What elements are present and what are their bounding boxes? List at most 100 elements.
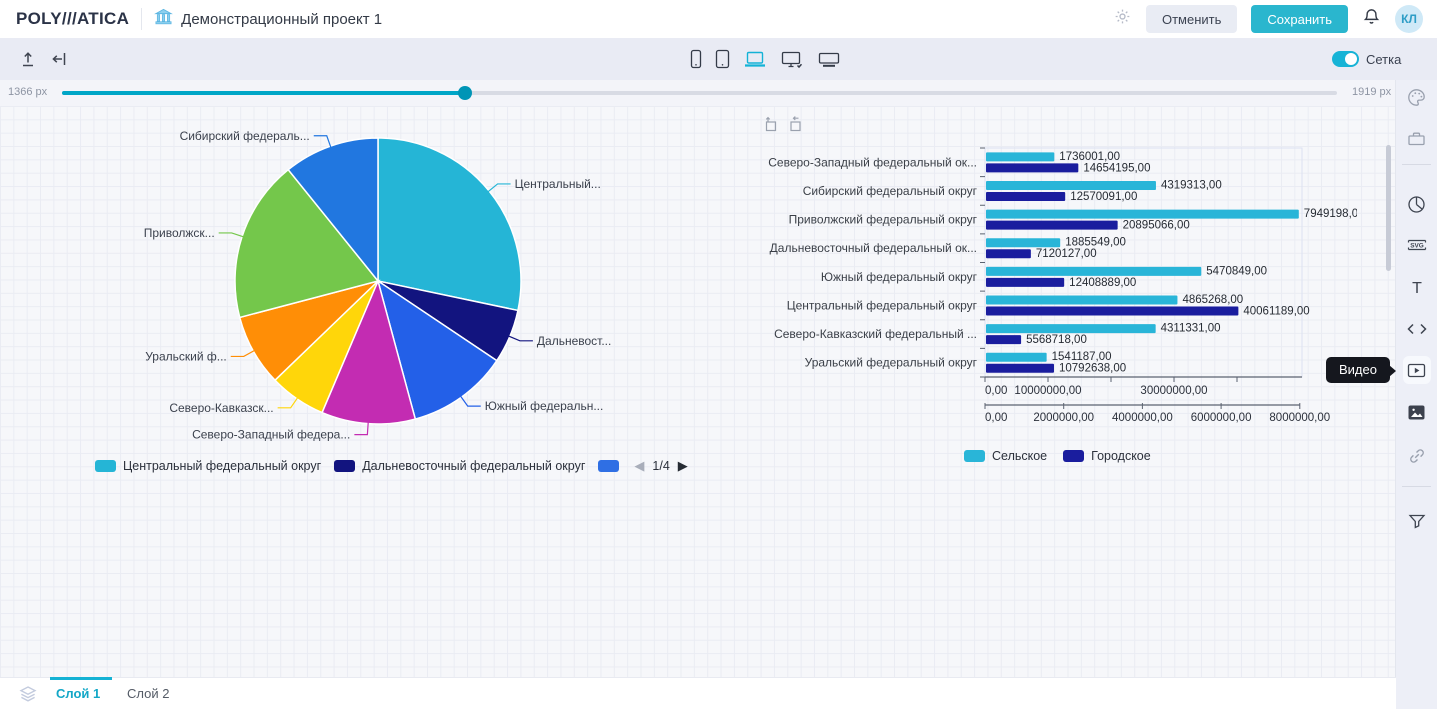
layer-tab-2[interactable]: Слой 2	[127, 678, 169, 709]
bar-urban[interactable]	[986, 306, 1238, 315]
axis-bottom-tick-label: 4000000,00	[1112, 412, 1173, 424]
legend-swatch	[598, 460, 619, 472]
collapse-left-icon[interactable]	[50, 49, 70, 69]
axis-bottom-tick-label: 6000000,00	[1191, 412, 1252, 424]
svg-icon[interactable]: SVG	[1406, 234, 1428, 256]
pie-chart[interactable]: Центральный...Дальневост...Южный федерал…	[95, 108, 660, 453]
legend-next-icon[interactable]: ▶	[678, 458, 688, 474]
max-width-label: 1919 px	[1352, 86, 1391, 98]
bar-value-label: 14654195,00	[1083, 162, 1150, 174]
bar-value-label: 12570091,00	[1070, 191, 1137, 203]
legend-label: Городское	[1091, 449, 1151, 463]
legend-swatch	[334, 460, 355, 472]
video-icon[interactable]	[1403, 356, 1431, 384]
dashboard-canvas[interactable]: Центральный...Дальневост...Южный федерал…	[0, 106, 1396, 677]
bar-category-label: Сибирский федеральный округ	[803, 184, 978, 198]
chart-pie-icon[interactable]	[1406, 193, 1428, 215]
pie-callout-label: Приволжск...	[144, 226, 215, 240]
device-laptop-icon[interactable]	[743, 49, 767, 69]
text-icon[interactable]: T	[1406, 277, 1428, 299]
axis-top-tick-label: 0,00	[985, 385, 1007, 397]
device-preview-switcher	[690, 46, 841, 72]
bar-rural[interactable]	[986, 324, 1156, 333]
bar-urban[interactable]	[986, 221, 1118, 230]
bar-rural[interactable]	[986, 181, 1156, 190]
export-icon[interactable]	[18, 49, 38, 69]
device-phone-icon[interactable]	[690, 49, 702, 69]
sidebar-divider	[1402, 486, 1431, 487]
project-icon	[154, 7, 173, 31]
legend-item[interactable]: Дальневосточный федеральный округ	[334, 459, 585, 473]
pie-callout-label: Южный федеральн...	[485, 399, 604, 413]
bar-legend: Сельское Городское	[964, 449, 1151, 463]
legend-item[interactable]: Сельское	[964, 449, 1047, 463]
axis-top-tick-label: 30000000,00	[1140, 385, 1207, 397]
bar-value-label: 4311331,00	[1161, 323, 1221, 335]
avatar[interactable]: КЛ	[1395, 5, 1423, 33]
pie-callout-label: Сибирский федераль...	[180, 129, 310, 143]
axis-top-tick-label: 10000000,00	[1014, 385, 1081, 397]
pie-slice[interactable]	[378, 138, 521, 310]
image-icon[interactable]	[1406, 401, 1428, 423]
pie-callout-line	[507, 335, 533, 340]
layers-bar: Слой 1 Слой 2	[0, 677, 1396, 709]
filter-icon[interactable]	[1406, 510, 1428, 532]
legend-item[interactable]	[598, 460, 619, 472]
bar-urban[interactable]	[986, 278, 1064, 287]
bar-value-label: 12408889,00	[1069, 277, 1136, 289]
bar-chart[interactable]: Северо-Западный федеральный ок...1736001…	[755, 113, 1357, 425]
toolbar: Сетка	[0, 38, 1437, 80]
link-icon[interactable]	[1406, 445, 1428, 467]
bar-chart-widget[interactable]: Северо-Западный федеральный ок...1736001…	[755, 113, 1357, 458]
bar-rural[interactable]	[986, 295, 1177, 304]
grid-toggle[interactable]	[1332, 51, 1359, 67]
cancel-button[interactable]: Отменить	[1146, 5, 1237, 33]
pie-callout-line	[219, 233, 245, 237]
bar-value-label: 7120127,00	[1036, 248, 1097, 260]
legend-label: Центральный федеральный округ	[123, 459, 321, 473]
bar-urban[interactable]	[986, 364, 1054, 373]
bar-urban[interactable]	[986, 335, 1021, 344]
code-icon[interactable]	[1406, 318, 1428, 340]
legend-item[interactable]: Центральный федеральный округ	[95, 459, 321, 473]
header: POLY///ATICA Демонстрационный проект 1 О…	[0, 0, 1437, 38]
bar-urban[interactable]	[986, 163, 1078, 172]
bar-rural[interactable]	[986, 152, 1054, 161]
device-tablet-icon[interactable]	[715, 49, 730, 69]
legend-item[interactable]: Городское	[1063, 449, 1151, 463]
device-monitor-check-icon[interactable]	[780, 49, 804, 69]
bar-category-label: Северо-Кавказский федеральный ...	[774, 327, 977, 341]
header-divider	[141, 8, 142, 30]
device-monitor-icon[interactable]	[817, 49, 841, 69]
layer-tab-1[interactable]: Слой 1	[56, 678, 100, 709]
save-button[interactable]: Сохранить	[1251, 5, 1348, 33]
widgets-tray-icon[interactable]	[1406, 127, 1428, 149]
bar-urban[interactable]	[986, 192, 1065, 201]
legend-prev-icon[interactable]: ◀	[634, 458, 644, 474]
toggle-knob	[1345, 53, 1357, 65]
bar-value-label: 1736001,00	[1059, 151, 1120, 163]
layers-icon[interactable]	[18, 684, 38, 709]
video-tooltip: Видео	[1326, 357, 1390, 383]
notifications-bell-icon[interactable]	[1362, 7, 1381, 31]
axis-bottom-tick-label: 0,00	[985, 412, 1007, 424]
pie-legend: Центральный федеральный округ Дальневосто…	[95, 458, 688, 474]
pie-callout-label: Центральный...	[515, 177, 601, 191]
settings-gear-icon[interactable]	[1113, 7, 1132, 31]
sidebar-divider	[1402, 164, 1431, 165]
bar-urban[interactable]	[986, 249, 1031, 258]
width-slider[interactable]	[62, 91, 1337, 95]
bar-rural[interactable]	[986, 353, 1047, 362]
bar-category-label: Уральский федеральный округ	[805, 356, 978, 370]
bar-rural[interactable]	[986, 238, 1060, 247]
bar-category-label: Приволжский федеральный округ	[789, 213, 978, 227]
pie-callout-label: Северо-Кавказск...	[169, 401, 273, 415]
widget-scrollbar[interactable]	[1386, 145, 1391, 271]
bar-value-label: 20895066,00	[1123, 220, 1190, 232]
slider-thumb[interactable]	[458, 86, 472, 100]
bar-value-label: 1541187,00	[1052, 351, 1112, 363]
bar-rural[interactable]	[986, 210, 1299, 219]
app-window: POLY///ATICA Демонстрационный проект 1 О…	[0, 0, 1437, 709]
palette-icon[interactable]	[1406, 86, 1428, 108]
bar-rural[interactable]	[986, 267, 1201, 276]
